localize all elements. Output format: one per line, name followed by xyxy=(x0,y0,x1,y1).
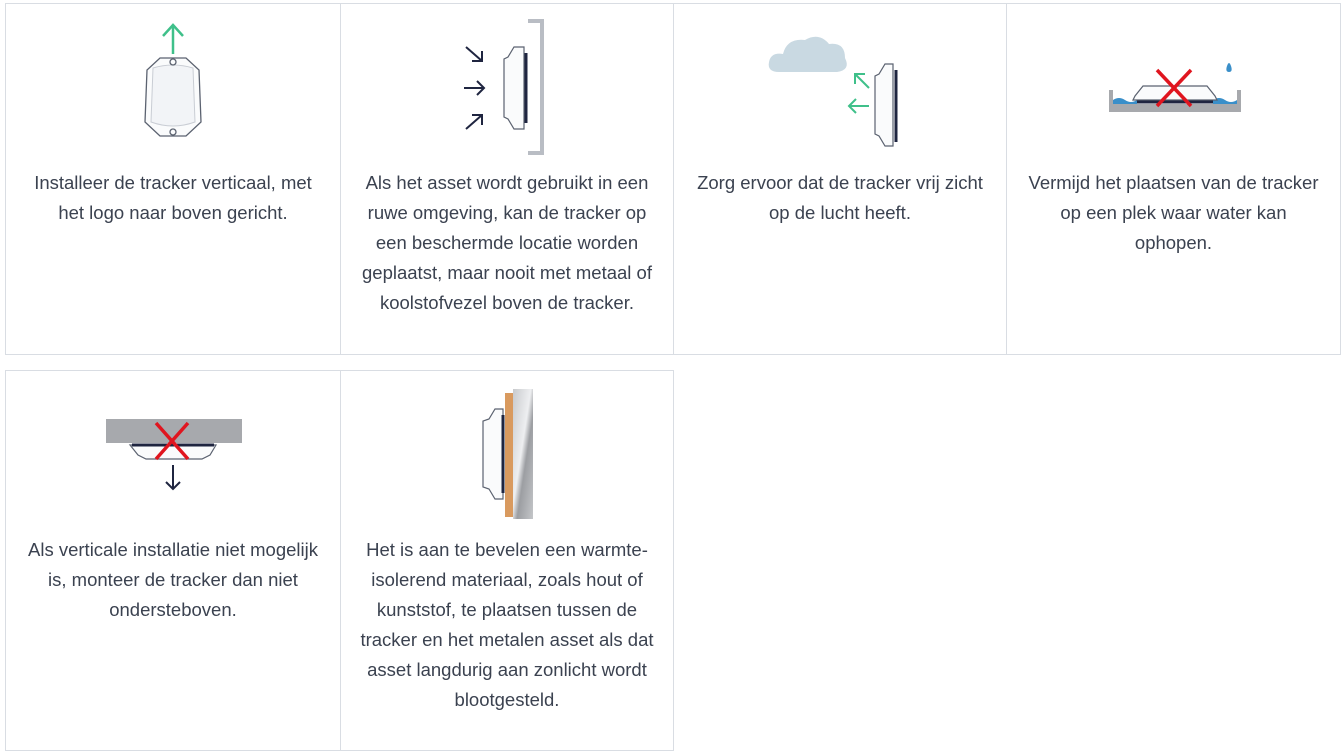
tip-text: Vermijd het plaatsen van de tracker op e… xyxy=(1028,172,1319,253)
tip-card-sky-view: Zorg ervoor dat de tracker vrij zicht op… xyxy=(673,3,1007,355)
tracker-heat-insulation-icon xyxy=(341,389,673,519)
tip-card-vertical: Installeer de tracker verticaal, met het… xyxy=(5,3,341,355)
tip-text: Zorg ervoor dat de tracker vrij zicht op… xyxy=(697,172,983,223)
tracker-not-upside-down-icon xyxy=(6,415,340,495)
tracker-protected-location-icon xyxy=(341,19,673,155)
tip-card-no-water: Vermijd het plaatsen van de tracker op e… xyxy=(1006,3,1341,355)
tip-text: Als verticale installatie niet mogelijk … xyxy=(28,539,318,620)
tip-text: Het is aan te bevelen een warmte-isolere… xyxy=(360,539,654,710)
tip-text: Als het asset wordt gebruikt in een ruwe… xyxy=(362,172,652,313)
tip-text: Installeer de tracker verticaal, met het… xyxy=(34,172,312,223)
tracker-sky-view-icon xyxy=(674,30,1006,150)
tracker-vertical-up-icon xyxy=(6,22,340,146)
tip-card-heat-insulation: Het is aan te bevelen een warmte-isolere… xyxy=(340,370,674,751)
tracker-no-water-icon xyxy=(1007,56,1340,120)
tip-card-protected-location: Als het asset wordt gebruikt in een ruwe… xyxy=(340,3,674,355)
tip-card-not-upside-down: Als verticale installatie niet mogelijk … xyxy=(5,370,341,751)
